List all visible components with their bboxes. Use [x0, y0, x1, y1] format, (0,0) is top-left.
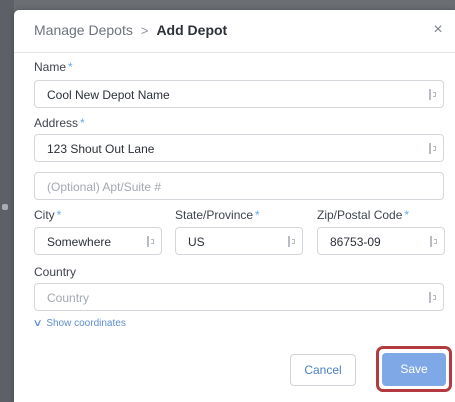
breadcrumb-manage-depots[interactable]: Manage Depots	[34, 22, 133, 38]
field-autofill-icon	[288, 236, 296, 247]
required-mark: *	[56, 208, 62, 222]
show-coordinates-toggle[interactable]: ∨ Show coordinates	[32, 318, 126, 329]
apt-suite-placeholder: (Optional) Apt/Suite #	[47, 180, 162, 194]
field-autofill-icon	[429, 292, 437, 303]
address-label: Address *	[34, 116, 85, 130]
required-mark: *	[80, 116, 85, 130]
breadcrumb-separator-icon: >	[140, 22, 149, 38]
save-button[interactable]: Save	[382, 353, 446, 386]
address-value: 123 Shout Out Lane	[47, 142, 155, 156]
country-field[interactable]: Country	[34, 283, 444, 311]
breadcrumb-add-depot: Add Depot	[156, 22, 228, 38]
field-autofill-icon	[429, 89, 437, 100]
name-label-text: Name	[34, 60, 67, 74]
state-label-text: State/Province	[175, 208, 254, 222]
close-icon[interactable]: ×	[431, 22, 445, 38]
state-value: US	[188, 235, 205, 249]
name-value: Cool New Depot Name	[47, 88, 170, 102]
address-field[interactable]: 123 Shout Out Lane	[34, 134, 444, 162]
dialog-header: Manage Depots > Add Depot ×	[14, 10, 455, 53]
add-depot-dialog: Manage Depots > Add Depot × Name * Cool N…	[14, 10, 455, 402]
address-label-text: Address	[34, 116, 79, 130]
country-label-text: Country	[34, 265, 77, 279]
breadcrumb: Manage Depots > Add Depot	[34, 22, 227, 38]
country-placeholder: Country	[47, 291, 90, 305]
zip-value: 86753-09	[330, 235, 381, 249]
city-value: Somewhere	[47, 235, 112, 249]
field-autofill-icon	[430, 236, 438, 247]
field-autofill-icon	[147, 236, 155, 247]
field-autofill-icon	[429, 143, 437, 154]
backdrop-icon	[2, 204, 8, 210]
apt-suite-field[interactable]: (Optional) Apt/Suite #	[34, 172, 444, 200]
show-coordinates-label: Show coordinates	[46, 318, 126, 329]
zip-label-text: Zip/Postal Code	[317, 208, 403, 222]
zip-label: Zip/Postal Code *	[317, 208, 409, 222]
name-field[interactable]: Cool New Depot Name	[34, 80, 444, 108]
required-mark: *	[68, 60, 73, 74]
state-label: State/Province *	[175, 208, 260, 222]
city-field[interactable]: Somewhere	[34, 227, 162, 255]
state-field[interactable]: US	[175, 227, 303, 255]
zip-field[interactable]: 86753-09	[317, 227, 445, 255]
required-mark: *	[404, 208, 410, 222]
country-label: Country	[34, 265, 76, 279]
city-label: City *	[34, 208, 61, 222]
city-label-text: City	[34, 208, 55, 222]
required-mark: *	[255, 208, 260, 222]
page-backdrop	[0, 0, 14, 402]
chevron-down-icon: ∨	[32, 318, 43, 329]
name-label: Name *	[34, 60, 73, 74]
cancel-button[interactable]: Cancel	[290, 354, 356, 386]
